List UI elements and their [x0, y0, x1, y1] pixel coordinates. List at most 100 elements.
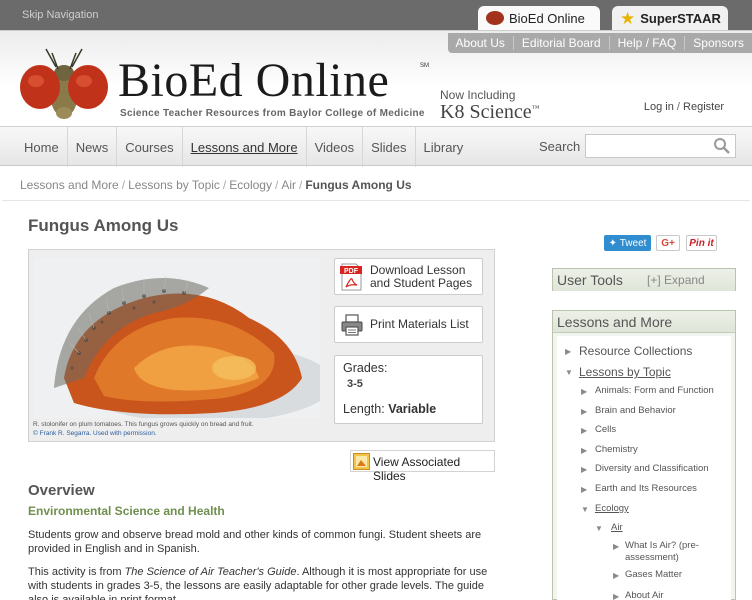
- nav-courses[interactable]: Courses: [117, 127, 183, 167]
- tab-bioed-online-label: BioEd Online: [509, 10, 585, 26]
- utility-help-faq[interactable]: Help / FAQ: [608, 36, 685, 50]
- user-tools-expand-link[interactable]: [+] Expand: [647, 273, 705, 287]
- guide-title: The Science of Air Teacher's Guide: [124, 566, 297, 578]
- tree-resource-collections[interactable]: Resource Collections: [579, 344, 692, 358]
- triangle-right-icon[interactable]: ▶: [613, 542, 619, 551]
- nav-lessons-and-more[interactable]: Lessons and More: [183, 127, 307, 167]
- grades-value: 3-5: [347, 378, 363, 390]
- bioed-fly-icon: [486, 11, 504, 25]
- breadcrumb-separator: /: [222, 178, 227, 192]
- triangle-right-icon[interactable]: ▶: [581, 446, 587, 455]
- tab-bioed-online[interactable]: BioEd Online: [478, 6, 600, 30]
- breadcrumb-current: Fungus Among Us: [305, 178, 412, 192]
- k8-trademark: ™: [531, 103, 540, 113]
- login-separator: /: [676, 101, 680, 113]
- breadcrumb-ecology[interactable]: Ecology: [229, 178, 272, 192]
- utility-nav: About Us Editorial Board Help / FAQ Spon…: [447, 33, 752, 53]
- site-tagline: Science Teacher Resources from Baylor Co…: [120, 108, 425, 119]
- skip-navigation-link[interactable]: Skip Navigation: [22, 9, 98, 21]
- breadcrumb-air[interactable]: Air: [281, 178, 296, 192]
- user-tools-header[interactable]: User Tools [+] Expand: [553, 269, 735, 291]
- google-plus-button[interactable]: G+: [656, 235, 680, 251]
- triangle-right-icon[interactable]: ▶: [565, 347, 571, 356]
- nav-videos[interactable]: Videos: [307, 127, 364, 167]
- overview-heading: Overview: [28, 482, 95, 499]
- overview-paragraph-1: Students grow and observe bread mold and…: [28, 529, 482, 555]
- tree-earth-and-its-resources[interactable]: Earth and Its Resources: [595, 483, 697, 494]
- triangle-down-icon[interactable]: ▼: [565, 368, 573, 377]
- tree-animals-form-and-function[interactable]: Animals: Form and Function: [595, 385, 714, 396]
- nav-news[interactable]: News: [68, 127, 118, 167]
- triangle-right-icon[interactable]: ▶: [581, 485, 587, 494]
- breadcrumb: Lessons and More / Lessons by Topic / Ecolog…: [20, 178, 412, 192]
- printer-icon: [341, 314, 363, 336]
- triangle-right-icon[interactable]: ▶: [581, 387, 587, 396]
- print-materials-label: Print Materials List: [370, 317, 469, 331]
- tree-cells[interactable]: Cells: [595, 424, 616, 435]
- grades-label: Grades:: [343, 361, 388, 375]
- site-logo-title[interactable]: BioEd Online: [118, 57, 389, 105]
- utility-editorial-board[interactable]: Editorial Board: [512, 36, 609, 50]
- triangle-right-icon[interactable]: ▶: [581, 465, 587, 474]
- download-lesson-button[interactable]: PDF Download Lesson and Student Pages: [334, 258, 483, 295]
- nav-library[interactable]: Library: [416, 127, 472, 167]
- tree-lessons-by-topic[interactable]: Lessons by Topic: [579, 365, 671, 379]
- tree-diversity-and-classification[interactable]: Diversity and Classification: [595, 463, 709, 474]
- subject-area: Environmental Science and Health: [28, 504, 225, 518]
- tab-superstaar[interactable]: ★ SuperSTAAR: [612, 6, 728, 30]
- utility-sponsors[interactable]: Sponsors: [684, 36, 752, 50]
- length-value: Variable: [388, 402, 437, 416]
- tree-what-is-air-line2: assessment): [625, 552, 679, 563]
- page: About Us Editorial Board Help / FAQ Spon…: [0, 30, 752, 600]
- register-link[interactable]: Register: [683, 101, 724, 113]
- tree-gases-matter[interactable]: Gases Matter: [625, 569, 682, 580]
- login-link[interactable]: Log in: [644, 101, 674, 113]
- user-tools-panel: User Tools [+] Expand: [552, 268, 736, 291]
- tree-what-is-air[interactable]: What Is Air? (pre-assessment): [625, 540, 699, 564]
- tree-air[interactable]: Air: [611, 522, 623, 533]
- tree-ecology[interactable]: Ecology: [595, 503, 629, 514]
- utility-about-us[interactable]: About Us: [448, 36, 513, 50]
- download-lesson-label-line2: and Student Pages: [370, 276, 473, 290]
- overview-paragraph-2: This activity is from The Science of Air…: [28, 565, 498, 600]
- nav-home[interactable]: Home: [16, 127, 68, 167]
- photo-caption: R. stolonifer on plum tomatoes. This fun…: [33, 420, 254, 438]
- triangle-right-icon[interactable]: ▶: [613, 571, 619, 580]
- tweet-label: Tweet: [619, 237, 647, 249]
- user-tools-title: User Tools: [557, 272, 623, 288]
- tree-chemistry[interactable]: Chemistry: [595, 444, 638, 455]
- search-icon[interactable]: [713, 137, 731, 155]
- breadcrumb-separator: /: [274, 178, 279, 192]
- top-bar: Skip Navigation BioEd Online ★ SuperSTAA…: [0, 0, 752, 30]
- breadcrumb-lessons-by-topic[interactable]: Lessons by Topic: [128, 178, 220, 192]
- tree-brain-and-behavior[interactable]: Brain and Behavior: [595, 405, 676, 416]
- nav-slides[interactable]: Slides: [363, 127, 416, 167]
- photo-caption-text: R. stolonifer on plum tomatoes. This fun…: [33, 421, 254, 428]
- slides-icon: [353, 453, 370, 470]
- triangle-right-icon[interactable]: ▶: [581, 407, 587, 416]
- lessons-tree: ▶ Resource Collections ▼ Lessons by Topi…: [557, 336, 731, 600]
- service-mark: SM: [420, 63, 429, 69]
- fungus-photo: [34, 258, 320, 418]
- pinterest-button[interactable]: Pin it: [686, 235, 717, 251]
- triangle-down-icon[interactable]: ▼: [581, 505, 589, 514]
- view-associated-slides-button[interactable]: View Associated Slides: [350, 450, 495, 483]
- account-links: Log in / Register: [644, 101, 724, 113]
- k8-science-logo[interactable]: K8 Science™: [440, 101, 539, 124]
- site-header: About Us Editorial Board Help / FAQ Spon…: [0, 30, 752, 125]
- triangle-right-icon[interactable]: ▶: [581, 426, 587, 435]
- lessons-and-more-header: Lessons and More: [553, 311, 735, 333]
- triangle-down-icon[interactable]: ▼: [595, 524, 603, 533]
- overview-paragraph-2-pre: This activity is from: [28, 566, 125, 578]
- search-label: Search: [539, 139, 581, 154]
- tweet-button[interactable]: ✦ Tweet: [604, 235, 651, 251]
- breadcrumb-lessons-and-more[interactable]: Lessons and More: [20, 178, 119, 192]
- print-materials-button[interactable]: Print Materials List: [334, 306, 483, 343]
- fruit-fly-logo-icon[interactable]: [16, 43, 112, 125]
- triangle-right-icon[interactable]: ▶: [613, 592, 619, 600]
- length-row: Length: Variable: [343, 402, 436, 416]
- tree-about-air[interactable]: About Air: [625, 590, 664, 600]
- download-lesson-label-line1: Download Lesson: [370, 263, 466, 277]
- now-including-text: Now Including: [440, 88, 516, 102]
- twitter-bird-icon: ✦: [608, 237, 620, 249]
